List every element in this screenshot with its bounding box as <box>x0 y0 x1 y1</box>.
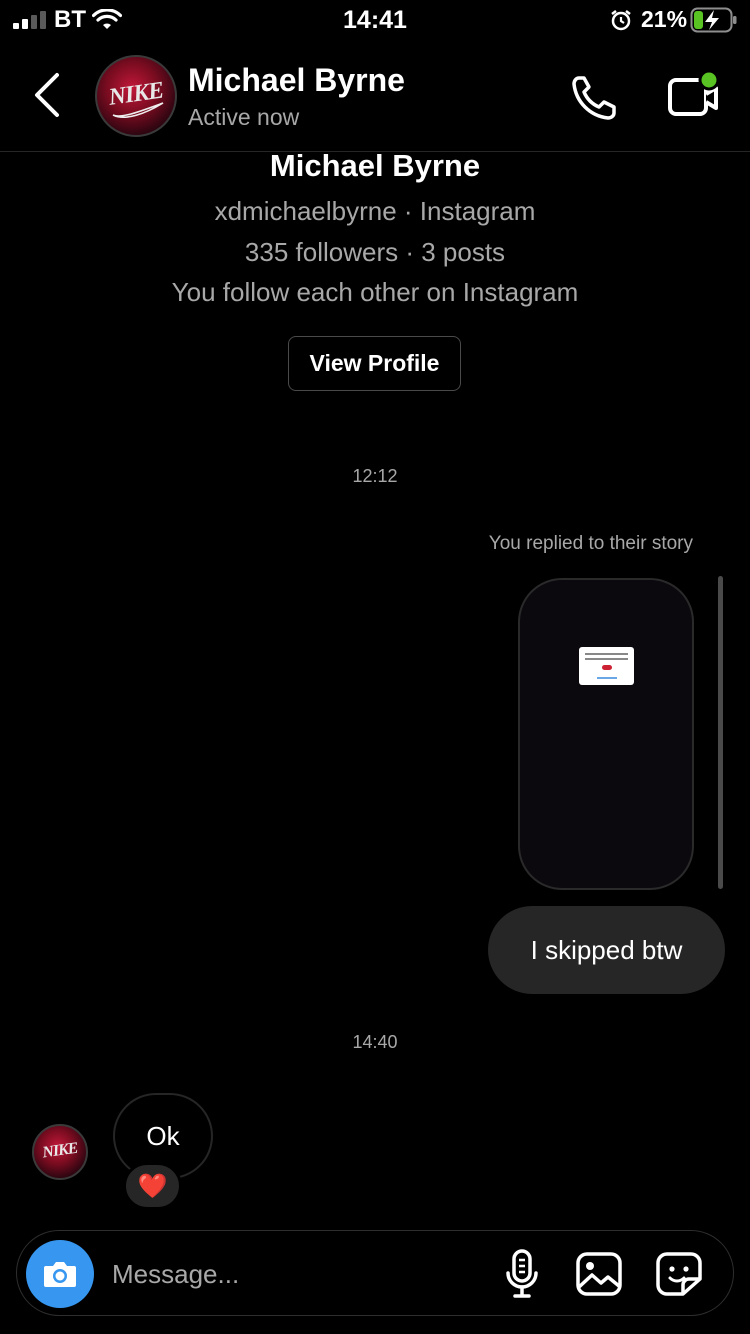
profile-handle: xdmichaelbyrne · Instagram <box>214 196 536 226</box>
phone-call-icon[interactable] <box>570 74 620 122</box>
sender-avatar[interactable]: NIKE <box>32 1124 88 1180</box>
header-name[interactable]: Michael Byrne <box>188 62 405 99</box>
camera-button[interactable] <box>26 1240 94 1308</box>
sticker-button[interactable] <box>654 1250 704 1298</box>
avatar[interactable]: NIKE <box>95 55 177 137</box>
message-timestamp: 14:40 <box>352 1032 398 1052</box>
heart-reaction[interactable]: ❤️ <box>123 1162 182 1210</box>
chat-header: NIKE Michael Byrne Active now <box>0 40 750 151</box>
message-timestamp: 12:12 <box>352 466 398 486</box>
avatar-logo: NIKE <box>41 1139 79 1162</box>
battery-percent: 21% <box>641 6 688 32</box>
camera-icon <box>44 1262 76 1287</box>
outgoing-message[interactable]: I skipped btw <box>488 906 725 994</box>
swoosh-icon <box>112 102 164 119</box>
status-time: 14:41 <box>343 6 407 34</box>
alarm-icon <box>611 10 631 31</box>
profile-name: Michael Byrne <box>269 148 481 183</box>
view-profile-button[interactable]: View Profile <box>288 336 461 391</box>
profile-stats: 335 followers · 3 posts <box>244 237 506 267</box>
back-arrow-icon[interactable] <box>30 72 64 118</box>
story-preview[interactable] <box>518 578 694 890</box>
video-call-icon[interactable] <box>664 68 720 122</box>
status-bar: BT 14:41 21% <box>0 0 750 40</box>
story-reply-label: You replied to their story <box>488 533 693 554</box>
sticker-icon <box>656 1252 702 1296</box>
active-status: Active now <box>188 104 300 130</box>
image-icon <box>576 1252 622 1296</box>
gallery-button[interactable] <box>574 1250 624 1298</box>
microphone-icon <box>506 1249 538 1298</box>
story-sticker <box>579 647 634 685</box>
message-input[interactable] <box>112 1252 472 1296</box>
scrollbar[interactable] <box>718 576 723 889</box>
battery-charging-icon <box>690 7 737 33</box>
profile-mutual: You follow each other on Instagram <box>171 277 579 307</box>
voice-message-button[interactable] <box>500 1248 544 1300</box>
